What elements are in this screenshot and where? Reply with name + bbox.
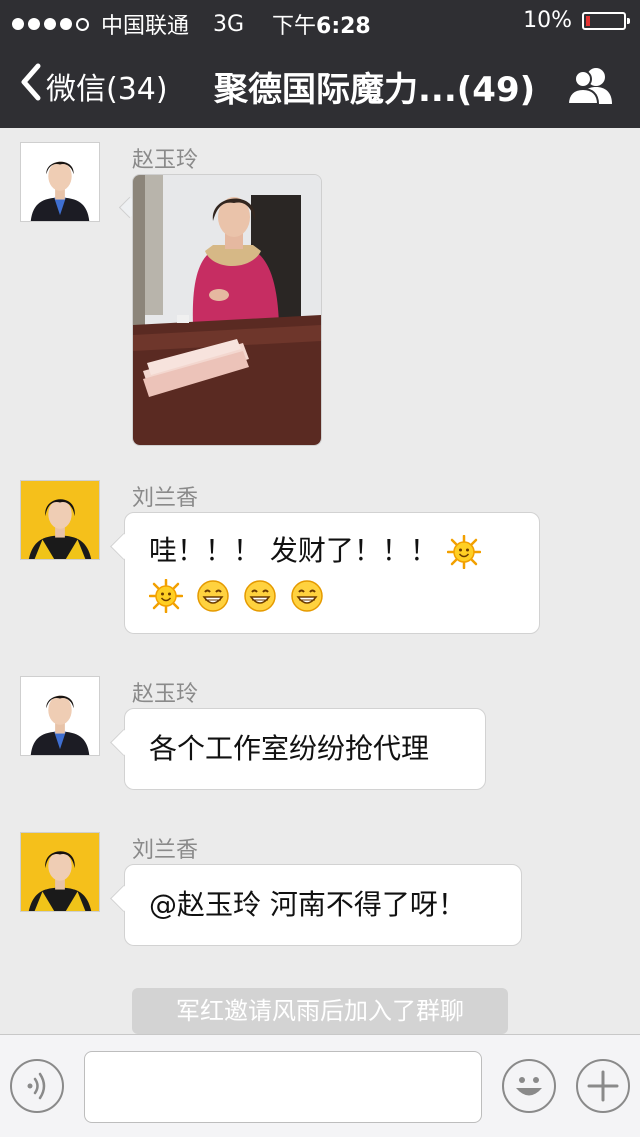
time-value: 6:28 (316, 14, 371, 39)
avatar-liu-lanxiang[interactable] (20, 480, 100, 560)
message-text: @赵玉玲 河南不得了呀！ (149, 888, 466, 921)
chat-message-list[interactable]: 赵玉玲 刘兰香 哇！！！ 发财了！！！ 赵玉玲 各个工作室纷纷抢代理 刘兰香 @… (0, 128, 640, 1034)
sender-name: 刘兰香 (132, 486, 199, 511)
sun-emoji-icon (446, 535, 481, 569)
more-options-button[interactable] (576, 1059, 630, 1113)
message-text: 各个工作室纷纷抢代理 (149, 732, 430, 765)
sender-name: 刘兰香 (132, 838, 199, 863)
plus-icon (578, 1061, 628, 1111)
message-photo[interactable] (132, 174, 322, 446)
grin-emoji-icon (196, 579, 230, 613)
chat-input-bar (0, 1034, 640, 1137)
avatar-liu-lanxiang[interactable] (20, 832, 100, 912)
chevron-left-icon (18, 62, 42, 110)
carrier-name: 中国联通 (101, 14, 190, 39)
message-bubble[interactable]: 哇！！！ 发财了！！！ (124, 512, 540, 634)
battery-icon (582, 11, 630, 30)
navigation-bar: 微信(34) 聚德国际魔力...(49) (0, 40, 640, 128)
status-right: 10% (523, 8, 630, 33)
chat-title: 聚德国际魔力...(49) (214, 70, 536, 110)
grin-emoji-icon (243, 579, 277, 613)
signal-strength-icon (12, 17, 89, 31)
voice-icon (12, 1061, 62, 1111)
message-line-1: 哇！！！ 发财了！！！ (149, 529, 515, 573)
clock: 下午6:28 (272, 8, 371, 40)
message-bubble[interactable]: @赵玉玲 河南不得了呀！ (124, 864, 522, 946)
avatar-zhao-yuling[interactable] (20, 142, 100, 222)
status-bar: 中国联通 3G 下午6:28 10% (0, 0, 640, 40)
message-line-2 (149, 573, 515, 617)
group-members-button[interactable] (566, 66, 614, 106)
message-input[interactable] (84, 1051, 482, 1123)
sender-name: 赵玉玲 (132, 148, 199, 173)
avatar-zhao-yuling[interactable] (20, 676, 100, 756)
emoji-button[interactable] (502, 1059, 556, 1113)
group-members-icon (566, 68, 614, 110)
system-notice: 军红邀请风雨后加入了群聊 (132, 988, 508, 1034)
message-text: 哇！！！ 发财了！！！ (149, 534, 438, 567)
voice-input-button[interactable] (10, 1059, 64, 1113)
sender-name: 赵玉玲 (132, 682, 199, 707)
network-type: 3G (213, 11, 245, 37)
back-button-label: 微信(34) (46, 72, 168, 107)
status-left: 中国联通 3G (12, 8, 244, 40)
grin-emoji-icon (290, 579, 324, 613)
emoji-icon (504, 1061, 554, 1111)
sun-emoji-icon (149, 579, 183, 613)
time-prefix: 下午 (272, 14, 317, 39)
message-bubble[interactable]: 各个工作室纷纷抢代理 (124, 708, 486, 790)
back-button[interactable]: 微信(34) (18, 62, 168, 110)
battery-percent: 10% (523, 8, 572, 33)
